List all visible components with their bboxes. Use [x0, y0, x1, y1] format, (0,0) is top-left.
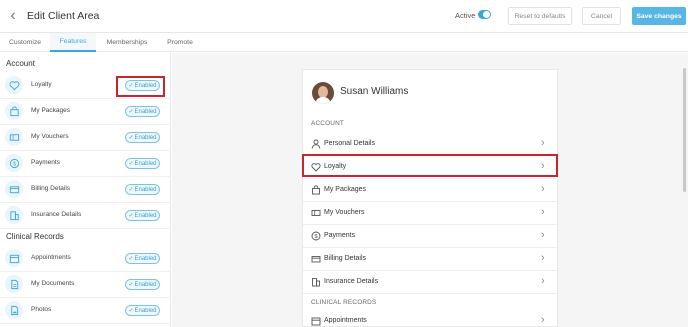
- enabled-badge[interactable]: ✓ Enabled: [125, 305, 160, 316]
- avatar: [312, 82, 334, 104]
- active-toggle[interactable]: [478, 10, 491, 19]
- svg-text:$: $: [12, 161, 15, 167]
- feature-row-insurance-details: Insurance Details ✓ Enabled: [0, 203, 171, 229]
- feature-row-billing-details: Billing Details ✓ Enabled: [0, 177, 171, 203]
- chevron-left-icon[interactable]: ‹: [6, 7, 20, 25]
- chevron-right-icon: ›: [541, 275, 545, 287]
- top-bar: ‹ Edit Client Area Active Reset to defau…: [0, 0, 688, 33]
- active-label: Active: [455, 11, 476, 20]
- tab-memberships[interactable]: Memberships: [96, 33, 158, 52]
- badge-label: Enabled: [134, 108, 157, 115]
- feature-row-my-vouchers: My Vouchers ✓ Enabled: [0, 125, 171, 151]
- feature-label: My Vouchers: [31, 133, 69, 140]
- svg-text:$: $: [314, 234, 317, 240]
- person-icon: [310, 138, 321, 149]
- chevron-right-icon: ›: [541, 137, 545, 149]
- page-title: Edit Client Area: [27, 10, 100, 22]
- enabled-badge[interactable]: ✓ Enabled: [125, 106, 160, 117]
- clinical-records-section-title: Clinical Records: [6, 232, 64, 241]
- feature-label: Insurance Details: [31, 211, 82, 218]
- preview-item-insurance-details[interactable]: Insurance Details ›: [303, 271, 559, 294]
- preview-item-payments[interactable]: $ Payments ›: [303, 225, 559, 248]
- card-icon: [310, 253, 321, 264]
- chevron-right-icon: ›: [541, 183, 545, 195]
- badge-label: Enabled: [134, 186, 157, 193]
- badge-label: Enabled: [134, 307, 157, 314]
- user-name: Susan Williams: [340, 86, 409, 97]
- preview-item-label: Appointments: [324, 317, 367, 324]
- badge-label: Enabled: [134, 134, 157, 141]
- save-changes-button[interactable]: Save changes: [632, 7, 686, 25]
- preview-item-label: Payments: [324, 232, 356, 239]
- building-icon: [310, 276, 321, 287]
- preview-item-billing-details[interactable]: Billing Details ›: [303, 248, 559, 271]
- account-section-title: Account: [6, 59, 35, 68]
- bag-icon: [310, 184, 321, 195]
- badge-label: Enabled: [134, 281, 157, 288]
- badge-label: Enabled: [134, 255, 157, 262]
- enabled-badge[interactable]: ✓ Enabled: [125, 253, 160, 264]
- enabled-badge[interactable]: ✓ Enabled: [125, 158, 160, 169]
- card-icon: [5, 180, 23, 198]
- account-section-label: ACCOUNT: [311, 120, 344, 127]
- feature-row-photos: Photos ✓ Enabled: [0, 298, 171, 324]
- enabled-badge[interactable]: ✓ Enabled: [125, 184, 160, 195]
- heart-icon: [5, 76, 23, 94]
- enabled-badge[interactable]: ✓ Enabled: [125, 279, 160, 290]
- scrollbar[interactable]: [683, 68, 686, 192]
- calendar-icon: [310, 315, 321, 326]
- reset-to-defaults-button[interactable]: Reset to defaults: [508, 7, 572, 25]
- preview-item-my-packages[interactable]: My Packages ›: [303, 179, 559, 202]
- voucher-icon: [5, 128, 23, 146]
- feature-label: Payments: [31, 159, 60, 166]
- voucher-icon: [310, 207, 321, 218]
- highlight-loyalty-item: [302, 154, 558, 177]
- badge-label: Enabled: [134, 160, 157, 167]
- preview-item-label: My Packages: [324, 186, 367, 193]
- feature-label: Photos: [31, 306, 52, 313]
- feature-label: Loyalty: [31, 81, 52, 88]
- preview-item-appointments[interactable]: Appointments ›: [303, 310, 559, 327]
- dollar-icon: $: [5, 154, 23, 172]
- tab-bar: Customize Features Memberships Promote: [0, 33, 688, 52]
- chevron-right-icon: ›: [541, 314, 545, 326]
- feature-label: Appointments: [31, 254, 71, 261]
- chevron-right-icon: ›: [541, 252, 545, 264]
- tab-customize[interactable]: Customize: [0, 33, 50, 52]
- chevron-right-icon: ›: [541, 206, 545, 218]
- preview-item-my-vouchers[interactable]: My Vouchers ›: [303, 202, 559, 225]
- photo-icon: [5, 301, 23, 319]
- client-area-preview: Susan Williams ACCOUNT Personal Details …: [302, 69, 559, 327]
- badge-label: Enabled: [134, 212, 157, 219]
- cancel-button[interactable]: Cancel: [582, 7, 621, 25]
- building-icon: [5, 206, 23, 224]
- chevron-right-icon: ›: [541, 229, 545, 241]
- feature-row-appointments: Appointments ✓ Enabled: [0, 246, 171, 272]
- preview-item-label: Insurance Details: [324, 278, 379, 285]
- preview-item-label: Billing Details: [324, 255, 367, 262]
- highlight-loyalty-badge: [116, 76, 165, 97]
- preview-item-personal-details[interactable]: Personal Details ›: [303, 133, 559, 156]
- document-icon: [5, 275, 23, 293]
- enabled-badge[interactable]: ✓ Enabled: [125, 132, 160, 143]
- tab-promote[interactable]: Promote: [158, 33, 202, 52]
- clinical-records-section-label: CLINICAL RECORDS: [311, 299, 377, 306]
- feature-row-payments: $ Payments ✓ Enabled: [0, 151, 171, 177]
- tab-features[interactable]: Features: [50, 33, 96, 52]
- dollar-icon: $: [310, 230, 321, 241]
- feature-row-my-packages: My Packages ✓ Enabled: [0, 99, 171, 125]
- calendar-icon: [5, 249, 23, 267]
- bag-icon: [5, 102, 23, 120]
- enabled-badge[interactable]: ✓ Enabled: [125, 210, 160, 221]
- feature-label: My Documents: [31, 280, 75, 287]
- feature-label: Billing Details: [31, 185, 71, 192]
- preview-item-label: My Vouchers: [324, 209, 365, 216]
- feature-label: My Packages: [31, 107, 71, 114]
- feature-row-my-documents: My Documents ✓ Enabled: [0, 272, 171, 298]
- preview-item-label: Personal Details: [324, 140, 375, 147]
